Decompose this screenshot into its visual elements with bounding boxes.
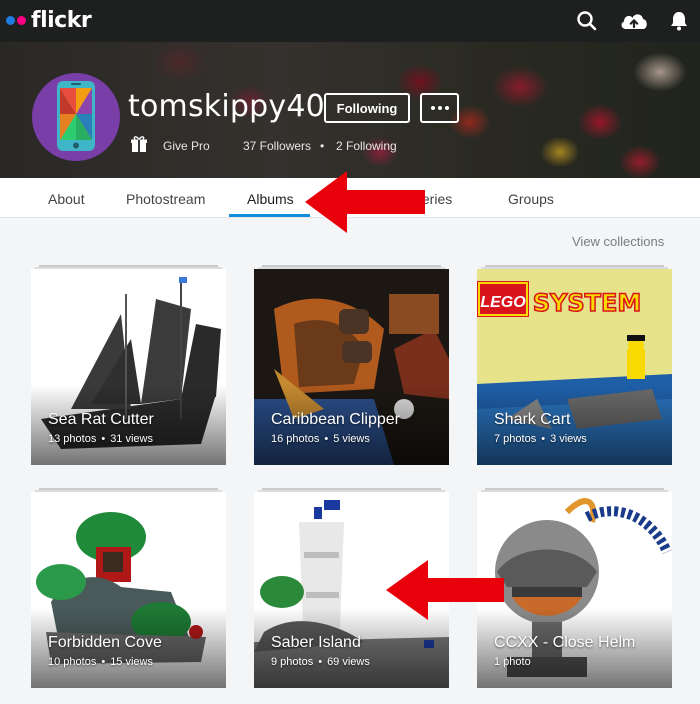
top-navigation-bar: flickr <box>0 0 700 42</box>
following-button[interactable]: Following <box>324 93 410 123</box>
give-pro-link[interactable]: Give Pro <box>163 139 210 153</box>
album-meta: 16 photos • 5 views <box>271 433 370 445</box>
album-card-sea-rat-cutter[interactable]: Sea Rat Cutter 13 photos • 31 views <box>31 265 226 465</box>
upload-cloud-icon[interactable] <box>619 10 649 32</box>
album-view-count: 15 views <box>110 656 153 668</box>
album-meta: 13 photos • 31 views <box>48 433 153 445</box>
album-title: Forbidden Cove <box>48 634 162 651</box>
album-meta-separator: • <box>324 433 329 445</box>
album-meta-separator: • <box>101 656 106 668</box>
avatar[interactable] <box>32 73 120 161</box>
logo-blue-dot <box>6 16 15 25</box>
album-photo-count: 16 photos <box>271 433 320 445</box>
album-view-count: 69 views <box>327 656 370 668</box>
album-title: Caribbean Clipper <box>271 411 400 428</box>
flickr-profile-page: flickr tomskippy40 Following Give Pro 37… <box>0 0 700 704</box>
album-meta-separator: • <box>541 433 546 445</box>
avatar-phone-illustration <box>57 81 95 151</box>
search-icon[interactable] <box>575 10 599 32</box>
logo-pink-dot <box>17 16 26 25</box>
ellipsis-icon-dot <box>444 106 449 110</box>
album-title: Saber Island <box>271 634 361 651</box>
gift-icon[interactable] <box>130 135 148 153</box>
ellipsis-icon-dot <box>430 106 435 110</box>
profile-username: tomskippy40 <box>128 89 325 124</box>
album-meta-separator: • <box>318 656 323 668</box>
tab-photostream[interactable]: Photostream <box>126 191 205 207</box>
album-meta-separator: • <box>101 433 106 445</box>
album-photo-count: 1 photo <box>494 656 531 668</box>
album-photo-count: 9 photos <box>271 656 314 668</box>
view-collections-link[interactable]: View collections <box>572 234 664 249</box>
album-title: CCXX - Close Helm <box>494 634 636 651</box>
album-photo-count: 10 photos <box>48 656 97 668</box>
album-card-shark-cart[interactable]: LEGO SYSTEM Shark Cart 7 photos • 3 views <box>477 265 672 465</box>
album-meta: 7 photos • 3 views <box>494 433 587 445</box>
following-count[interactable]: 2 Following <box>336 139 397 153</box>
lego-logo-text: LEGO <box>480 294 526 311</box>
album-view-count: 5 views <box>333 433 370 445</box>
album-meta: 9 photos • 69 views <box>271 656 370 668</box>
tab-about[interactable]: About <box>48 191 85 207</box>
album-card-forbidden-cove[interactable]: Forbidden Cove 10 photos • 15 views <box>31 488 226 688</box>
ellipsis-icon-dot <box>437 106 442 110</box>
system-logo-text: SYSTEM <box>533 289 642 317</box>
active-tab-underline <box>229 214 310 217</box>
logo-text: flickr <box>31 8 92 33</box>
album-view-count: 31 views <box>110 433 153 445</box>
album-card-ccxx-close-helm[interactable]: CCXX - Close Helm 1 photo <box>477 488 672 688</box>
album-photo-count: 13 photos <box>48 433 97 445</box>
annotation-arrow-saber-island <box>386 560 504 620</box>
followers-count[interactable]: 37 Followers <box>243 139 311 153</box>
more-options-button[interactable] <box>420 93 459 123</box>
album-view-count: 3 views <box>550 433 587 445</box>
tab-albums[interactable]: Albums <box>247 191 294 207</box>
album-photo-count: 7 photos <box>494 433 537 445</box>
flickr-logo[interactable]: flickr <box>6 8 92 33</box>
notifications-bell-icon[interactable] <box>668 10 690 32</box>
album-card-caribbean-clipper[interactable]: Caribbean Clipper 16 photos • 5 views <box>254 265 449 465</box>
album-title: Shark Cart <box>494 411 571 428</box>
album-meta: 10 photos • 15 views <box>48 656 153 668</box>
album-title: Sea Rat Cutter <box>48 411 154 428</box>
album-meta: 1 photo <box>494 656 531 668</box>
tab-groups[interactable]: Groups <box>508 191 554 207</box>
annotation-arrow-albums-tab <box>305 171 425 233</box>
stat-separator: • <box>320 139 325 153</box>
